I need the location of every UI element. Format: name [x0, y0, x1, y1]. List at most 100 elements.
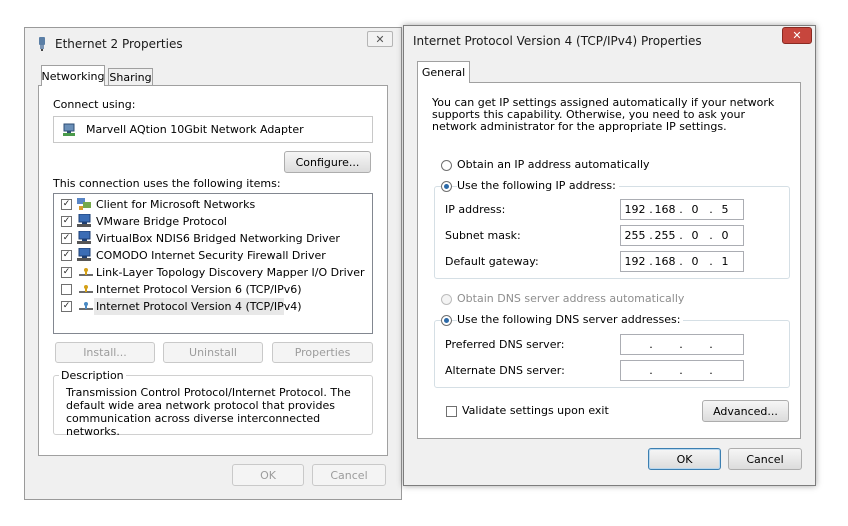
cancel-button[interactable]: Cancel [312, 464, 386, 486]
item-checkbox[interactable]: ✓ [61, 267, 72, 278]
items-label: This connection uses the following items… [53, 177, 281, 190]
tab-label: Sharing [109, 71, 152, 84]
tab-general[interactable]: General [417, 61, 470, 83]
install-label: Install... [83, 346, 127, 359]
general-tab-panel: You can get IP settings assigned automat… [417, 82, 801, 439]
default-gateway-field[interactable]: 192 . 168 . 0 . 1 [620, 251, 744, 272]
alternate-dns-label: Alternate DNS server: [445, 364, 565, 377]
ok-button[interactable]: OK [232, 464, 304, 486]
description-heading: Description [59, 369, 126, 382]
octet: 192 [624, 203, 646, 216]
uninstall-label: Uninstall [189, 346, 237, 359]
configure-label: Configure... [295, 155, 360, 169]
network-service-icon [76, 213, 92, 228]
tab-sharing[interactable]: Sharing [108, 68, 153, 86]
obtain-dns-radio[interactable] [441, 294, 452, 305]
properties-label: Properties [294, 346, 351, 359]
close-icon: ✕ [792, 29, 802, 42]
ok-label: OK [676, 452, 693, 466]
octet: 0 [691, 229, 699, 242]
item-label: Internet Protocol Version 4 (TCP/IPv4) [96, 300, 302, 313]
items-list[interactable]: ✓ Client for Microsoft Networks ✓ VMware… [53, 193, 373, 334]
octet-separator: . [649, 338, 653, 351]
network-service-icon [76, 247, 92, 262]
obtain-ip-radio[interactable] [441, 160, 452, 171]
tab-networking[interactable]: Networking [41, 65, 105, 86]
item-checkbox[interactable]: ✓ [61, 301, 72, 312]
cancel-label: Cancel [330, 468, 368, 482]
cancel-button[interactable]: Cancel [728, 448, 802, 470]
dialog-title: Ethernet 2 Properties [55, 37, 183, 51]
octet-separator: . [709, 338, 713, 351]
advanced-label: Advanced... [713, 404, 778, 418]
use-dns-label[interactable]: Use the following DNS server addresses: [457, 313, 684, 326]
obtain-dns-label[interactable]: Obtain DNS server address automatically [457, 292, 684, 305]
protocol-icon [78, 267, 94, 279]
list-item-ipv6[interactable]: Internet Protocol Version 6 (TCP/IPv6) [54, 281, 372, 298]
octet-separator: . [679, 338, 683, 351]
install-button[interactable]: Install... [55, 342, 155, 363]
client-icon [76, 197, 92, 211]
advanced-button[interactable]: Advanced... [702, 400, 789, 422]
octet: 168 [654, 255, 676, 268]
validate-checkbox[interactable] [446, 406, 457, 417]
item-label: Internet Protocol Version 6 (TCP/IPv6) [96, 283, 302, 296]
cancel-label: Cancel [746, 452, 784, 466]
connect-using-label: Connect using: [53, 98, 136, 111]
use-dns-radio[interactable] [441, 315, 452, 326]
list-item-vmware-bridge-protocol[interactable]: ✓ VMware Bridge Protocol [54, 213, 372, 230]
ok-button[interactable]: OK [648, 448, 721, 470]
item-checkbox[interactable]: ✓ [61, 250, 72, 261]
ok-label: OK [260, 468, 276, 482]
octet-separator: . [679, 364, 683, 377]
adapter-name: Marvell AQtion 10Gbit Network Adapter [86, 123, 304, 136]
item-label: VMware Bridge Protocol [96, 215, 227, 228]
item-label: Link-Layer Topology Discovery Mapper I/O… [96, 266, 365, 279]
properties-button[interactable]: Properties [272, 342, 373, 363]
ipv4-properties-dialog: Internet Protocol Version 4 (TCP/IPv4) P… [403, 25, 816, 486]
adapter-field: Marvell AQtion 10Gbit Network Adapter [53, 116, 373, 143]
list-item-comodo-internet-security-firewall-driver[interactable]: ✓ COMODO Internet Security Firewall Driv… [54, 247, 372, 264]
item-checkbox[interactable]: ✓ [61, 199, 72, 210]
list-item-client-for-microsoft-networks[interactable]: ✓ Client for Microsoft Networks [54, 196, 372, 213]
octet: 192 [624, 255, 646, 268]
protocol-icon [78, 284, 94, 296]
subnet-mask-field[interactable]: 255 . 255 . 0 . 0 [620, 225, 744, 246]
octet: 0 [691, 255, 699, 268]
item-label: Client for Microsoft Networks [96, 198, 256, 211]
octet: 0 [691, 203, 699, 216]
close-button[interactable]: ✕ [367, 31, 393, 47]
octet: 168 [654, 203, 676, 216]
validate-label[interactable]: Validate settings upon exit [462, 404, 609, 417]
preferred-dns-label: Preferred DNS server: [445, 338, 565, 351]
close-button[interactable]: ✕ [782, 27, 812, 44]
close-icon: ✕ [375, 32, 385, 46]
list-item-link-layer-topology-discovery-mapper[interactable]: ✓ Link-Layer Topology Discovery Mapper I… [54, 264, 372, 281]
octet: 255 [624, 229, 646, 242]
tab-label: Networking [41, 69, 105, 83]
item-checkbox[interactable]: ✓ [61, 216, 72, 227]
item-label: COMODO Internet Security Firewall Driver [96, 249, 326, 262]
item-checkbox[interactable]: ✓ [61, 233, 72, 244]
configure-button[interactable]: Configure... [284, 151, 371, 173]
subnet-mask-label: Subnet mask: [445, 229, 521, 242]
item-checkbox[interactable] [61, 284, 72, 295]
ip-address-label: IP address: [445, 203, 506, 216]
ip-address-field[interactable]: 192 . 168 . 0 . 5 [620, 199, 744, 220]
ethernet-icon [38, 37, 46, 51]
list-item-virtualbox-ndis6-bridged-networking-driver[interactable]: ✓ VirtualBox NDIS6 Bridged Networking Dr… [54, 230, 372, 247]
list-item-ipv4[interactable]: ✓ Internet Protocol Version 4 (TCP/IPv4) [54, 298, 372, 315]
use-ip-label[interactable]: Use the following IP address: [457, 179, 619, 192]
uninstall-button[interactable]: Uninstall [163, 342, 263, 363]
ethernet-properties-dialog: Ethernet 2 Properties ✕ Networking Shari… [24, 27, 402, 500]
octet: 1 [721, 255, 729, 268]
use-ip-radio[interactable] [441, 181, 452, 192]
octet: 5 [721, 203, 729, 216]
octet-separator: . [649, 364, 653, 377]
item-label: VirtualBox NDIS6 Bridged Networking Driv… [96, 232, 340, 245]
tab-label: General [421, 66, 466, 79]
alternate-dns-field[interactable]: . . . [620, 360, 744, 381]
preferred-dns-field[interactable]: . . . [620, 334, 744, 355]
networking-tab-panel: Connect using: Marvell AQtion 10Gbit Net… [38, 85, 388, 456]
obtain-ip-label[interactable]: Obtain an IP address automatically [457, 158, 650, 171]
